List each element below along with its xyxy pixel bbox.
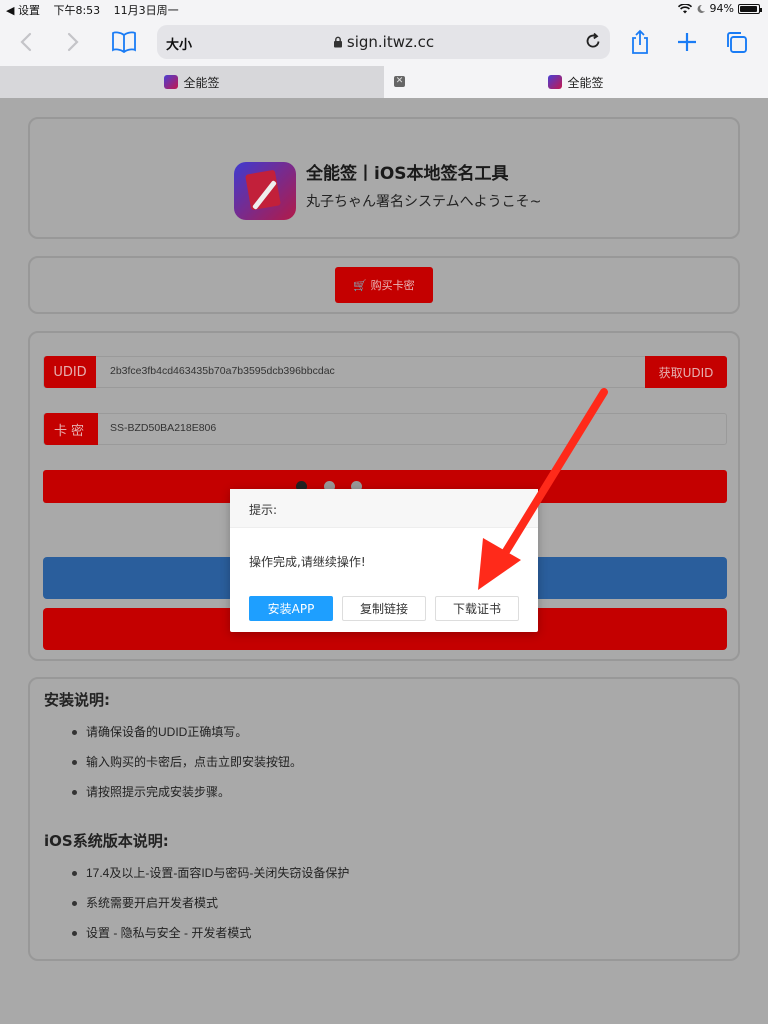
dialog-message: 操作完成,请继续操作! [249,555,366,569]
card-key-label: 卡密 [44,413,98,445]
close-tab-icon[interactable]: ✕ [394,76,405,87]
header-card: 全能签丨iOS本地签名工具 丸子ちゃん署名システムへようこそ~ [28,117,740,239]
instructions-card: 安装说明: 请确保设备的UDID正确填写。 输入购买的卡密后，点击立即安装按钮。… [28,677,740,961]
status-time: 下午8:53 [53,4,101,17]
tab-active[interactable]: ✕ 全能签 [384,66,768,98]
battery-percent: 94% [709,2,734,15]
tab-title: 全能签 [567,75,604,90]
install-notes-list: 请确保设备的UDID正确填写。 输入购买的卡密后，点击立即安装按钮。 请按照提示… [72,722,724,812]
install-notes-heading: 安装说明: [44,691,110,709]
battery-icon [738,3,762,14]
page-subtitle: 丸子ちゃん署名システムへようこそ~ [306,194,542,210]
list-item: 设置 - 隐私与安全 - 开发者模式 [72,923,724,953]
udid-label: UDID [44,356,96,388]
card-key-input[interactable]: SS-BZD50BA218E806 [110,422,216,434]
share-icon[interactable] [624,26,656,58]
bookmarks-book-icon[interactable] [108,26,140,58]
download-certificate-button[interactable]: 下载证书 [435,596,519,621]
page-title: 全能签丨iOS本地签名工具 [306,164,509,184]
favicon-icon [164,75,179,89]
install-app-button[interactable]: 安装APP [249,596,333,621]
buy-card: 🛒 购买卡密 [28,256,740,314]
ios-notes-heading: iOS系统版本说明: [44,832,169,850]
status-bar: ◀ 设置 下午8:53 11月3日周一 94% [0,0,768,18]
browser-toolbar: 大小 sign.itwz.cc [0,18,768,66]
copy-link-button[interactable]: 复制链接 [342,596,426,621]
wifi-icon [677,3,692,13]
app-logo [234,162,296,220]
back-to-settings[interactable]: ◀ 设置 [6,4,40,17]
back-chevron-icon[interactable] [10,26,42,58]
address-bar[interactable]: 大小 sign.itwz.cc [157,25,610,59]
tab-title: 全能签 [183,75,220,90]
lock-icon [333,36,342,48]
buy-key-button[interactable]: 🛒 购买卡密 [335,267,433,303]
list-item: 请按照提示完成安装步骤。 [72,782,724,812]
moon-icon [697,4,705,13]
favicon-icon [548,75,563,89]
tab-inactive[interactable]: 全能签 [0,66,384,98]
list-item: 17.4及以上-设置-面容ID与密码-关闭失窃设备保护 [72,863,724,893]
get-udid-button[interactable]: 获取UDID [645,356,727,388]
udid-field[interactable]: UDID 2b3fce3fb4cd463435b70a7b3595dcb396b… [43,356,727,388]
ios-notes-list: 17.4及以上-设置-面容ID与密码-关闭失窃设备保护 系统需要开启开发者模式 … [72,863,724,953]
prompt-dialog: 提示: 操作完成,请继续操作! 安装APP 复制链接 下载证书 [230,489,538,632]
list-item: 输入购买的卡密后，点击立即安装按钮。 [72,752,724,782]
new-tab-plus-icon[interactable] [671,26,703,58]
url-host: sign.itwz.cc [346,33,435,51]
status-date: 11月3日周一 [113,4,179,17]
forward-chevron-icon[interactable] [57,26,89,58]
reload-icon[interactable] [584,32,602,50]
list-item: 请确保设备的UDID正确填写。 [72,722,724,752]
tabs-overview-icon[interactable] [720,26,752,58]
card-key-field[interactable]: 卡密 SS-BZD50BA218E806 [43,413,727,445]
tab-bar: 全能签 ✕ 全能签 [0,66,768,98]
udid-input[interactable]: 2b3fce3fb4cd463435b70a7b3595dcb396bbcdac [110,365,335,377]
dialog-title: 提示: [230,489,538,528]
list-item: 系统需要开启开发者模式 [72,893,724,923]
